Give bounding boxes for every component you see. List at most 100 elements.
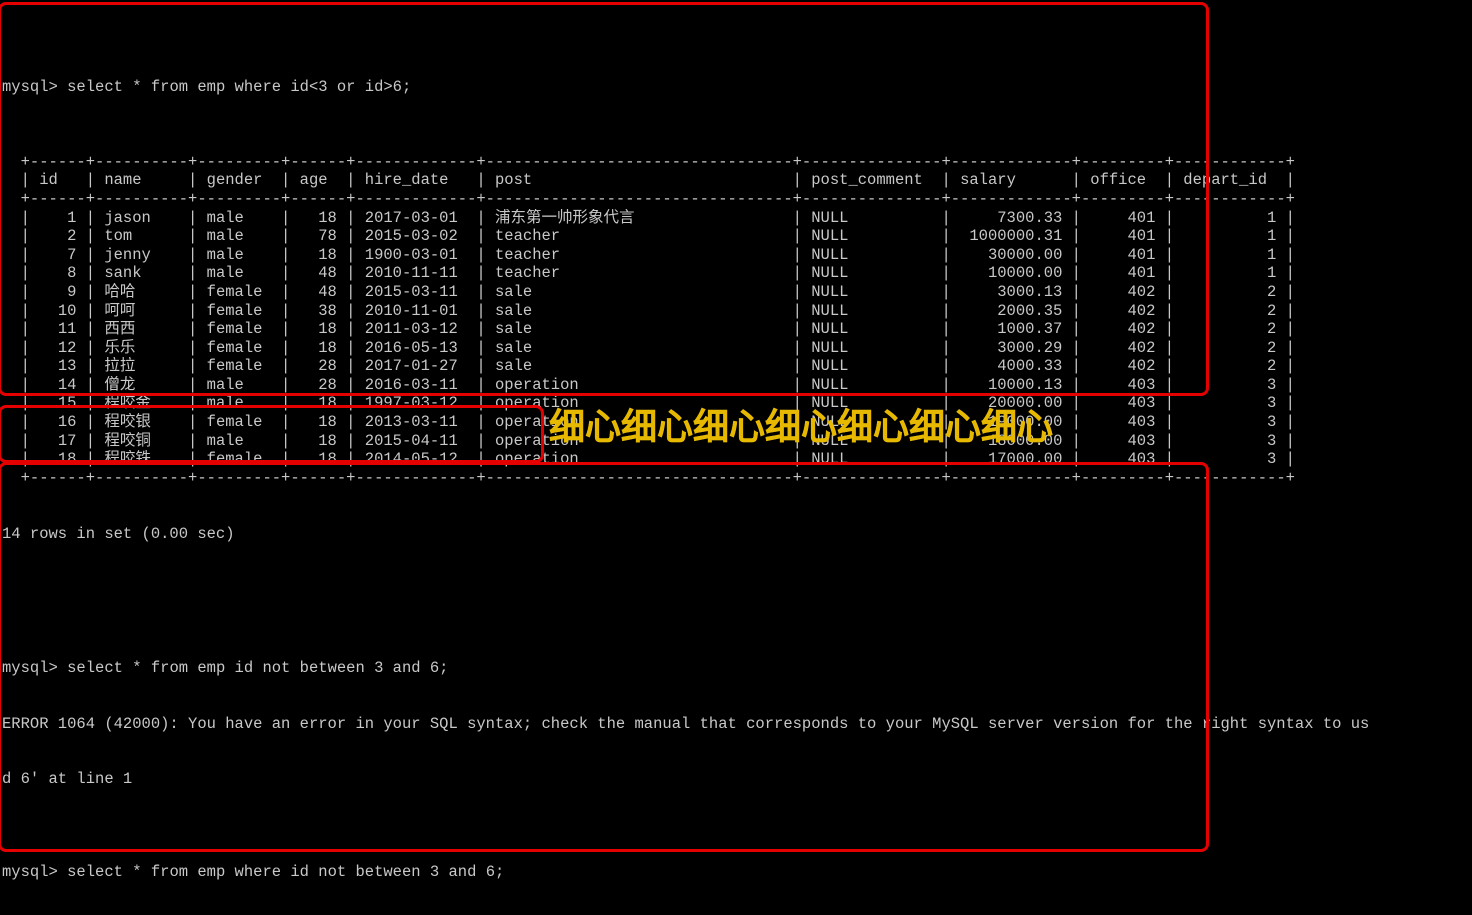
prompt-line-3: mysql> select * from emp where id not be… (2, 863, 1470, 882)
rows-summary-1: 14 rows in set (0.00 sec) (2, 525, 1470, 544)
cell-salary: 3000.29 (951, 339, 1072, 358)
cell-post: sale (486, 302, 793, 321)
table-row: |2|tom|male|78|2015-03-02|teacher|NULL|1… (21, 227, 1295, 246)
error-message-2: d 6' at line 1 (2, 770, 1470, 789)
cell-post: teacher (486, 246, 793, 265)
error-message: ERROR 1064 (42000): You have an error in… (2, 715, 1470, 734)
table-row: |15|程咬金|male|18|1997-03-12|operation|NUL… (21, 394, 1295, 413)
cell-office: 401 (1081, 264, 1165, 283)
cell-depart_id: 2 (1174, 302, 1286, 321)
cell-name: 哈哈 (95, 283, 188, 302)
column-header-post_comment: post_comment (802, 171, 942, 190)
cell-salary: 10000.13 (951, 376, 1072, 395)
cell-post_comment: NULL (802, 264, 942, 283)
cell-age: 48 (290, 264, 346, 283)
cell-post_comment: NULL (802, 450, 942, 469)
cell-name: 程咬银 (95, 413, 188, 432)
column-header-gender: gender (197, 171, 281, 190)
result-table-1: +------+----------+---------+------+----… (21, 153, 1295, 488)
cell-post: operation (486, 450, 793, 469)
cell-age: 28 (290, 357, 346, 376)
cell-id: 15 (30, 394, 86, 413)
cell-name: 拉拉 (95, 357, 188, 376)
table-header: |id|name|gender|age|hire_date|post|post_… (21, 171, 1295, 190)
cell-age: 38 (290, 302, 346, 321)
sql-query-1: select * from emp where id<3 or id>6; (67, 78, 411, 97)
cell-id: 2 (30, 227, 86, 246)
cell-post_comment: NULL (802, 413, 942, 432)
cell-id: 13 (30, 357, 86, 376)
cell-gender: female (197, 339, 281, 358)
mysql-prompt: mysql> (2, 78, 58, 97)
cell-age: 18 (290, 394, 346, 413)
cell-name: jason (95, 209, 188, 228)
cell-age: 78 (290, 227, 346, 246)
table-row: |11|西西|female|18|2011-03-12|sale|NULL|10… (21, 320, 1295, 339)
cell-post_comment: NULL (802, 209, 942, 228)
cell-post_comment: NULL (802, 320, 942, 339)
cell-post_comment: NULL (802, 246, 942, 265)
cell-id: 12 (30, 339, 86, 358)
cell-depart_id: 1 (1174, 246, 1286, 265)
cell-name: 程咬铜 (95, 432, 188, 451)
cell-age: 18 (290, 209, 346, 228)
cell-office: 402 (1081, 320, 1165, 339)
cell-age: 18 (290, 339, 346, 358)
cell-office: 403 (1081, 413, 1165, 432)
cell-post_comment: NULL (802, 339, 942, 358)
cell-depart_id: 3 (1174, 413, 1286, 432)
table-row: |18|程咬铁|female|18|2014-05-12|operation|N… (21, 450, 1295, 469)
terminal-output[interactable]: mysql> select * from emp where id<3 or i… (0, 0, 1472, 915)
cell-post: operation (486, 413, 793, 432)
cell-gender: male (197, 264, 281, 283)
cell-name: tom (95, 227, 188, 246)
cell-office: 401 (1081, 246, 1165, 265)
table-row: |8|sank|male|48|2010-11-11|teacher|NULL|… (21, 264, 1295, 283)
cell-office: 401 (1081, 227, 1165, 246)
cell-post: 浦东第一帅形象代言 (486, 209, 793, 228)
cell-hire_date: 2016-03-11 (355, 376, 476, 395)
cell-salary: 7300.33 (951, 209, 1072, 228)
cell-depart_id: 3 (1174, 450, 1286, 469)
cell-post_comment: NULL (802, 432, 942, 451)
sql-query-3: select * from emp where id not between 3… (67, 863, 504, 882)
cell-gender: male (197, 209, 281, 228)
cell-post: teacher (486, 264, 793, 283)
cell-name: sank (95, 264, 188, 283)
column-header-depart_id: depart_id (1174, 171, 1286, 190)
cell-post_comment: NULL (802, 227, 942, 246)
cell-name: 程咬金 (95, 394, 188, 413)
cell-depart_id: 2 (1174, 357, 1286, 376)
cell-gender: female (197, 357, 281, 376)
table-row: |9|哈哈|female|48|2015-03-11|sale|NULL|300… (21, 283, 1295, 302)
cell-gender: female (197, 283, 281, 302)
table-separator: +------+----------+---------+------+----… (21, 153, 1295, 172)
cell-salary: 20000.00 (951, 394, 1072, 413)
table-row: |13|拉拉|female|28|2017-01-27|sale|NULL|40… (21, 357, 1295, 376)
cell-id: 9 (30, 283, 86, 302)
cell-salary: 2000.35 (951, 302, 1072, 321)
cell-id: 10 (30, 302, 86, 321)
cell-hire_date: 2017-03-01 (355, 209, 476, 228)
table-separator: +------+----------+---------+------+----… (21, 469, 1295, 488)
cell-salary: 17000.00 (951, 450, 1072, 469)
cell-id: 1 (30, 209, 86, 228)
table-row: |7|jenny|male|18|1900-03-01|teacher|NULL… (21, 246, 1295, 265)
cell-name: 乐乐 (95, 339, 188, 358)
cell-hire_date: 2010-11-01 (355, 302, 476, 321)
cell-post: operation (486, 394, 793, 413)
table-row: |16|程咬银|female|18|2013-03-11|operation|N… (21, 413, 1295, 432)
cell-post_comment: NULL (802, 376, 942, 395)
column-header-office: office (1081, 171, 1165, 190)
cell-age: 18 (290, 432, 346, 451)
cell-post: sale (486, 357, 793, 376)
cell-hire_date: 2015-04-11 (355, 432, 476, 451)
cell-gender: male (197, 376, 281, 395)
cell-depart_id: 1 (1174, 264, 1286, 283)
cell-post: sale (486, 320, 793, 339)
cell-age: 18 (290, 450, 346, 469)
cell-id: 17 (30, 432, 86, 451)
cell-office: 403 (1081, 450, 1165, 469)
cell-hire_date: 1997-03-12 (355, 394, 476, 413)
cell-office: 403 (1081, 432, 1165, 451)
